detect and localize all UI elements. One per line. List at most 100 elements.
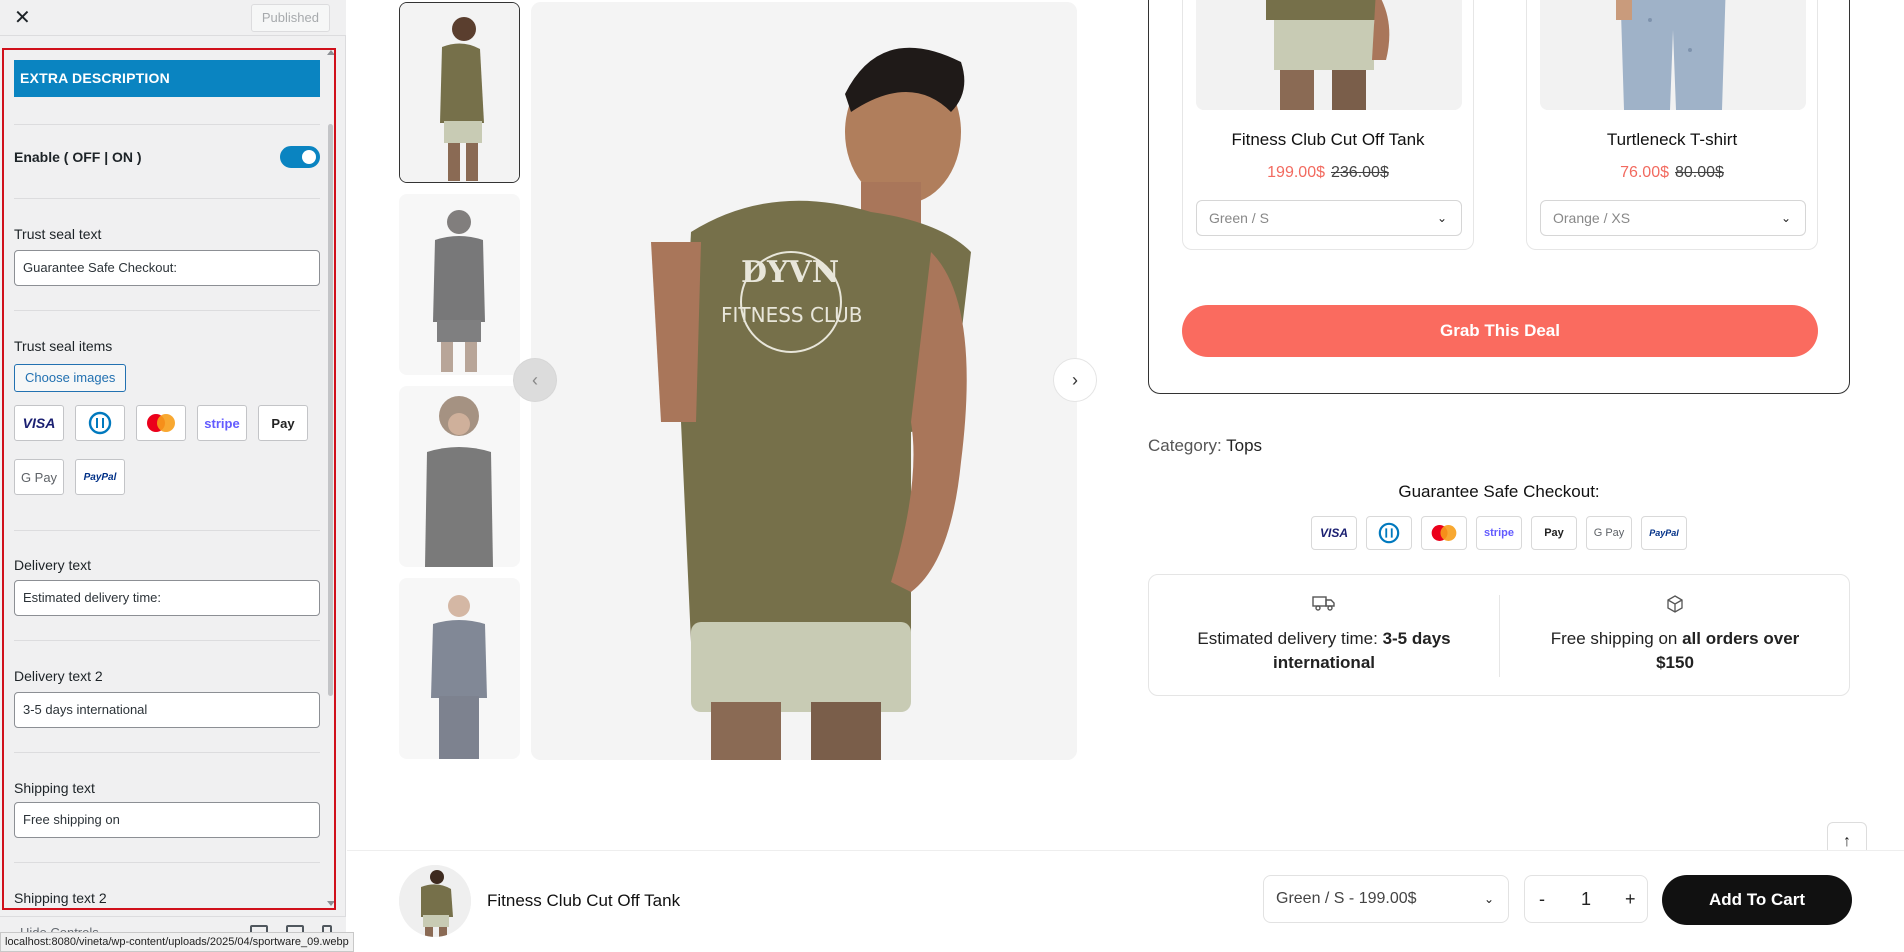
delivery-label: Estimated delivery time: (1197, 629, 1378, 648)
shipping-text2-label: Shipping text 2 (14, 890, 107, 906)
stripe-icon[interactable]: stripe (197, 405, 247, 441)
deal-variant-select[interactable]: Orange / XS ⌄ (1540, 200, 1806, 236)
paypal-icon[interactable]: PayPal (75, 459, 125, 495)
main-product-image[interactable]: DYVN FITNESS CLUB (531, 2, 1077, 760)
scroll-down-icon[interactable] (327, 901, 334, 906)
deal-product-price: 76.00$ 80.00$ (1527, 164, 1817, 182)
visa-icon[interactable]: VISA (14, 405, 64, 441)
delivery-text2-input[interactable]: 3-5 days international (14, 692, 320, 728)
chevron-left-icon: ‹ (532, 369, 538, 390)
gallery-thumbnail[interactable] (399, 194, 520, 375)
sale-price: 76.00$ (1620, 164, 1669, 181)
old-price: 236.00$ (1331, 164, 1389, 181)
stripe-icon: stripe (1476, 516, 1522, 550)
delivery-info-box: Estimated delivery time: 3-5 days intern… (1148, 574, 1850, 696)
deal-product-name[interactable]: Turtleneck T-shirt (1527, 130, 1817, 150)
delivery-text-input[interactable]: Estimated delivery time: (14, 580, 320, 616)
scrollbar-thumb[interactable] (328, 124, 333, 696)
paypal-icon: PayPal (1641, 516, 1687, 550)
divider (14, 124, 320, 125)
status-bar-url: localhost:8080/vineta/wp-content/uploads… (0, 932, 354, 952)
variant-value: Green / S (1209, 210, 1269, 226)
google-pay-icon: G Pay (1586, 516, 1632, 550)
deal-product-card[interactable]: Fitness Club Cut Off Tank 199.00$ 236.00$… (1182, 0, 1474, 250)
chevron-right-icon: › (1072, 369, 1078, 390)
apple-pay-icon[interactable]: Pay (258, 405, 308, 441)
variant-value: Green / S - 199.00$ (1276, 890, 1417, 907)
trust-seal-items-label: Trust seal items (14, 338, 113, 354)
shipping-text-input[interactable]: Free shipping on (14, 802, 320, 838)
chevron-down-icon: ⌄ (1483, 892, 1494, 906)
diners-icon (1366, 516, 1412, 550)
divider (14, 310, 320, 311)
gallery-prev-button[interactable]: ‹ (513, 358, 557, 402)
sticky-product-thumbnail (399, 865, 471, 937)
panel-scrollbar[interactable] (326, 50, 334, 908)
box-icon (1500, 595, 1850, 618)
mastercard-icon[interactable] (136, 405, 186, 441)
trust-seal-text-label: Trust seal text (14, 226, 102, 242)
customizer-header: ✕ Published (0, 0, 346, 36)
divider (14, 752, 320, 753)
deal-product-image[interactable] (1540, 0, 1806, 110)
shipping-label: Free shipping on (1550, 629, 1678, 648)
qty-plus-button[interactable]: + (1625, 876, 1636, 922)
shipping-text-label: Shipping text (14, 780, 95, 796)
visa-icon: VISA (1311, 516, 1357, 550)
divider (14, 530, 320, 531)
gallery-next-button[interactable]: › (1053, 358, 1097, 402)
delivery-text: Estimated delivery time: 3-5 days intern… (1179, 627, 1469, 675)
extra-description-panel: EXTRA DESCRIPTION Enable ( OFF | ON ) Tr… (2, 48, 336, 910)
gallery-thumbnail[interactable] (399, 2, 520, 183)
truck-icon (1149, 595, 1499, 616)
chevron-down-icon: ⌄ (1436, 211, 1447, 225)
delivery-text-label: Delivery text (14, 557, 92, 573)
qty-value[interactable]: 1 (1581, 876, 1591, 922)
diners-icon[interactable] (75, 405, 125, 441)
mastercard-icon (1421, 516, 1467, 550)
deal-variant-select[interactable]: Green / S ⌄ (1196, 200, 1462, 236)
published-button[interactable]: Published (250, 4, 330, 32)
enable-label: Enable ( OFF | ON ) (14, 149, 142, 165)
sticky-add-to-cart-bar: Fitness Club Cut Off Tank Green / S - 19… (347, 850, 1904, 952)
shipping-value: all orders over $150 (1656, 629, 1800, 672)
close-icon[interactable]: ✕ (14, 6, 31, 30)
gallery-thumbnail[interactable] (399, 578, 520, 759)
enable-toggle[interactable] (280, 146, 320, 168)
gallery-thumbnail[interactable] (399, 386, 520, 567)
sale-price: 199.00$ (1267, 164, 1325, 181)
google-pay-icon[interactable]: G Pay (14, 459, 64, 495)
quantity-stepper: - 1 + (1524, 875, 1648, 923)
bundle-deal-box: Fitness Club Cut Off Tank 199.00$ 236.00$… (1148, 0, 1850, 394)
choose-images-button[interactable]: Choose images (14, 364, 127, 392)
sticky-variant-select[interactable]: Green / S - 199.00$ ⌄ (1263, 875, 1509, 923)
scroll-up-icon[interactable] (327, 50, 334, 55)
qty-minus-button[interactable]: - (1539, 876, 1545, 922)
svg-text:DYVN: DYVN (741, 255, 839, 290)
grab-deal-button[interactable]: Grab This Deal (1182, 305, 1818, 357)
guarantee-text: Guarantee Safe Checkout: (1398, 482, 1600, 501)
deal-product-card[interactable]: Turtleneck T-shirt 76.00$ 80.00$ Orange /… (1526, 0, 1818, 250)
deal-product-image[interactable] (1196, 0, 1462, 110)
trust-seal-text-input[interactable]: Guarantee Safe Checkout: (14, 250, 320, 286)
divider (14, 198, 320, 199)
deal-product-price: 199.00$ 236.00$ (1183, 164, 1473, 182)
category-link[interactable]: Tops (1226, 436, 1262, 455)
site-preview: DYVN FITNESS CLUB ‹ › Fitness Club Cut O… (347, 0, 1904, 952)
apple-pay-icon: Pay (1531, 516, 1577, 550)
delivery-column: Estimated delivery time: 3-5 days intern… (1149, 575, 1499, 695)
section-title: EXTRA DESCRIPTION (14, 60, 320, 97)
sticky-product-name: Fitness Club Cut Off Tank (487, 891, 681, 910)
old-price: 80.00$ (1675, 164, 1724, 181)
deal-product-name[interactable]: Fitness Club Cut Off Tank (1183, 130, 1473, 150)
customizer-sidebar: ✕ Published EXTRA DESCRIPTION Enable ( O… (0, 0, 346, 952)
divider (14, 862, 320, 863)
shipping-text: Free shipping on all orders over $150 (1530, 627, 1820, 675)
product-category: Category: Tops (1148, 436, 1262, 456)
divider (14, 640, 320, 641)
shipping-column: Free shipping on all orders over $150 (1500, 575, 1850, 695)
delivery-text2-label: Delivery text 2 (14, 668, 103, 684)
add-to-cart-button[interactable]: Add To Cart (1662, 875, 1852, 925)
chevron-down-icon: ⌄ (1780, 211, 1791, 225)
category-label: Category: (1148, 436, 1222, 455)
